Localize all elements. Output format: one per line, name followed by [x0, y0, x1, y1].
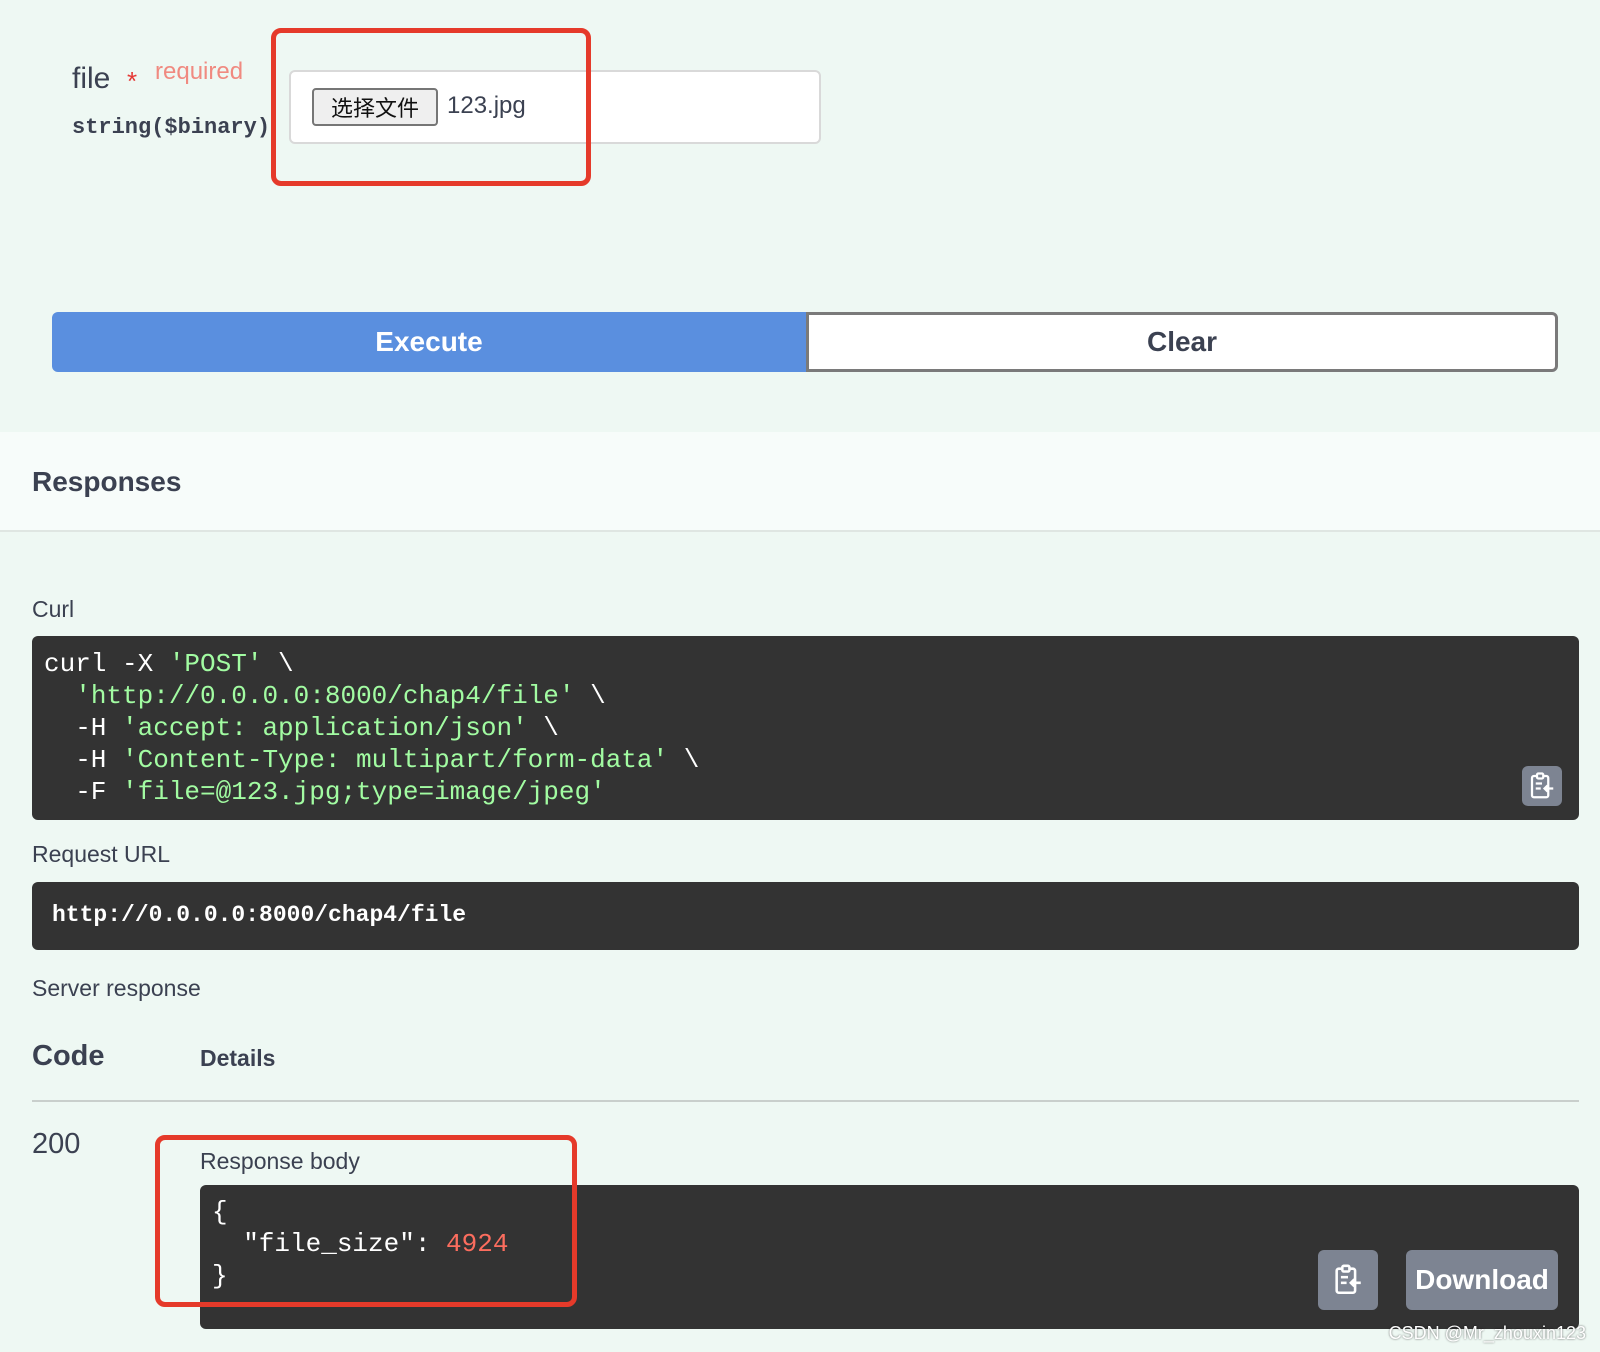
curl-code-block: curl -X 'POST' \ 'http://0.0.0.0:8000/ch… [32, 636, 1579, 820]
execute-button[interactable]: Execute [52, 312, 806, 372]
highlight-box-response-body [155, 1135, 577, 1307]
status-code: 200 [32, 1128, 81, 1160]
table-divider [32, 1100, 1579, 1102]
action-buttons: Execute Clear [52, 312, 1558, 372]
clear-button[interactable]: Clear [806, 312, 1558, 372]
param-name: file [72, 62, 111, 95]
highlight-box-file-input [271, 28, 591, 186]
server-response-label: Server response [32, 975, 201, 1001]
curl-line-3: -H 'accept: application/json' \ [44, 713, 559, 743]
curl-label: Curl [32, 596, 75, 622]
required-label: required [155, 58, 244, 85]
column-header-details: Details [200, 1045, 276, 1071]
watermark: CSDN @Mr_zhouxin123 [1388, 1323, 1586, 1343]
curl-line-5: -F 'file=@123.jpg;type=image/jpeg' [44, 777, 606, 807]
request-url-value: http://0.0.0.0:8000/chap4/file [52, 902, 467, 928]
request-url-label: Request URL [32, 841, 171, 867]
clipboard-copy-icon [1530, 772, 1554, 799]
curl-line-4: -H 'Content-Type: multipart/form-data' \ [44, 745, 700, 775]
copy-response-button[interactable] [1318, 1250, 1378, 1310]
clipboard-copy-icon [1335, 1264, 1361, 1295]
curl-line-1: curl -X 'POST' \ [44, 649, 294, 679]
responses-header: Responses [0, 432, 1600, 532]
curl-line-2: 'http://0.0.0.0:8000/chap4/file' \ [75, 681, 606, 711]
column-header-code: Code [32, 1040, 105, 1072]
copy-curl-button[interactable] [1522, 766, 1562, 806]
responses-title: Responses [32, 466, 182, 497]
request-url-block: http://0.0.0.0:8000/chap4/file [32, 882, 1579, 950]
download-button[interactable]: Download [1406, 1250, 1558, 1310]
required-star: * [127, 66, 138, 96]
param-type: string($binary) [72, 115, 271, 140]
